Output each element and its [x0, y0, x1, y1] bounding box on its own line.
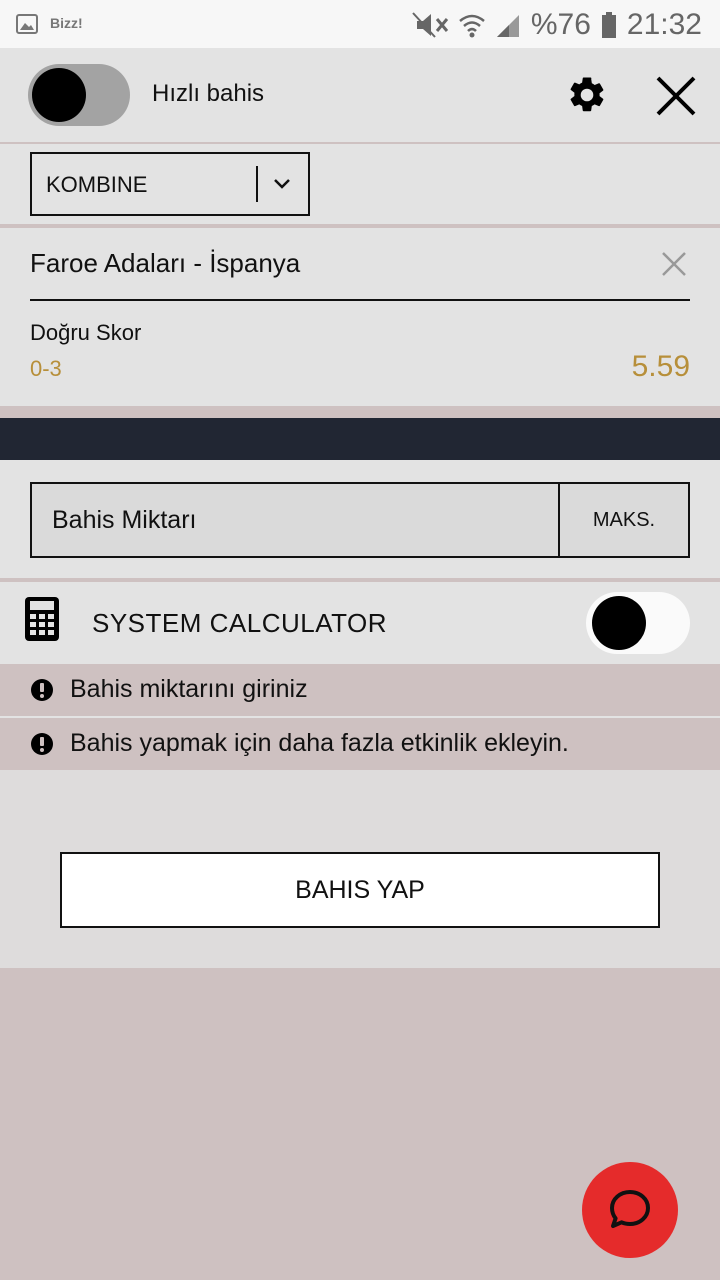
place-bet-area: BAHIS YAP	[0, 770, 720, 968]
quick-bet-toggle[interactable]	[28, 64, 130, 126]
calculator-icon	[25, 597, 59, 641]
market-name: Doğru Skor	[30, 320, 142, 345]
select-divider	[256, 166, 258, 202]
max-stake-button[interactable]: MAKS.	[560, 484, 688, 556]
stake-input-group: Bahis Miktarı MAKS.	[30, 482, 690, 558]
chevron-down-icon	[274, 179, 290, 189]
warning-text: Bahis yapmak için daha fazla etkinlik ek…	[70, 729, 569, 757]
bet-slip-header: Hızlı bahis	[0, 48, 720, 144]
section-divider-bar	[0, 418, 720, 460]
status-right-group: %76 21:32	[411, 8, 702, 42]
selection-odds: 5.59	[631, 350, 690, 383]
card-divider	[30, 299, 690, 301]
mute-icon	[412, 12, 449, 38]
system-calculator-label: SYSTEM CALCULATOR	[92, 608, 388, 638]
selection-pick: 0-3	[30, 356, 62, 381]
chat-bubble-icon	[610, 1190, 650, 1228]
warning-message: Bahis miktarını giriniz	[0, 664, 720, 718]
wifi-icon	[459, 14, 485, 38]
status-bar: Bizz! %76 21:32	[0, 0, 720, 48]
toggle-knob	[592, 596, 646, 650]
selection-card: Faroe Adaları - İspanya Doğru Skor 0-3 5…	[0, 228, 720, 406]
place-bet-button[interactable]: BAHIS YAP	[60, 852, 660, 928]
stake-section: Bahis Miktarı MAKS.	[0, 460, 720, 578]
chat-button[interactable]	[582, 1162, 678, 1258]
alert-icon	[31, 679, 53, 701]
gallery-icon	[16, 14, 38, 34]
bet-type-select[interactable]: KOMBINE	[30, 152, 310, 216]
quick-bet-label: Hızlı bahis	[152, 80, 265, 107]
close-icon[interactable]	[654, 74, 698, 118]
notification-app-name: Bizz!	[50, 15, 83, 31]
match-title: Faroe Adaları - İspanya	[30, 248, 301, 278]
status-clock: 21:32	[626, 8, 702, 41]
bet-type-value: KOMBINE	[46, 172, 148, 197]
stake-input[interactable]: Bahis Miktarı	[52, 506, 196, 535]
settings-gear-icon[interactable]	[566, 74, 608, 116]
system-calculator-row: SYSTEM CALCULATOR	[0, 580, 720, 666]
warning-text: Bahis miktarını giriniz	[70, 675, 308, 703]
alert-icon	[31, 733, 53, 755]
signal-icon	[496, 15, 519, 37]
remove-selection-icon[interactable]	[660, 250, 688, 278]
system-calculator-toggle[interactable]	[586, 592, 690, 654]
battery-percent: %76	[530, 8, 591, 41]
warning-message: Bahis yapmak için daha fazla etkinlik ek…	[0, 718, 720, 770]
bet-type-row: KOMBINE	[0, 144, 720, 227]
battery-icon	[601, 12, 616, 38]
toggle-knob	[32, 68, 86, 122]
